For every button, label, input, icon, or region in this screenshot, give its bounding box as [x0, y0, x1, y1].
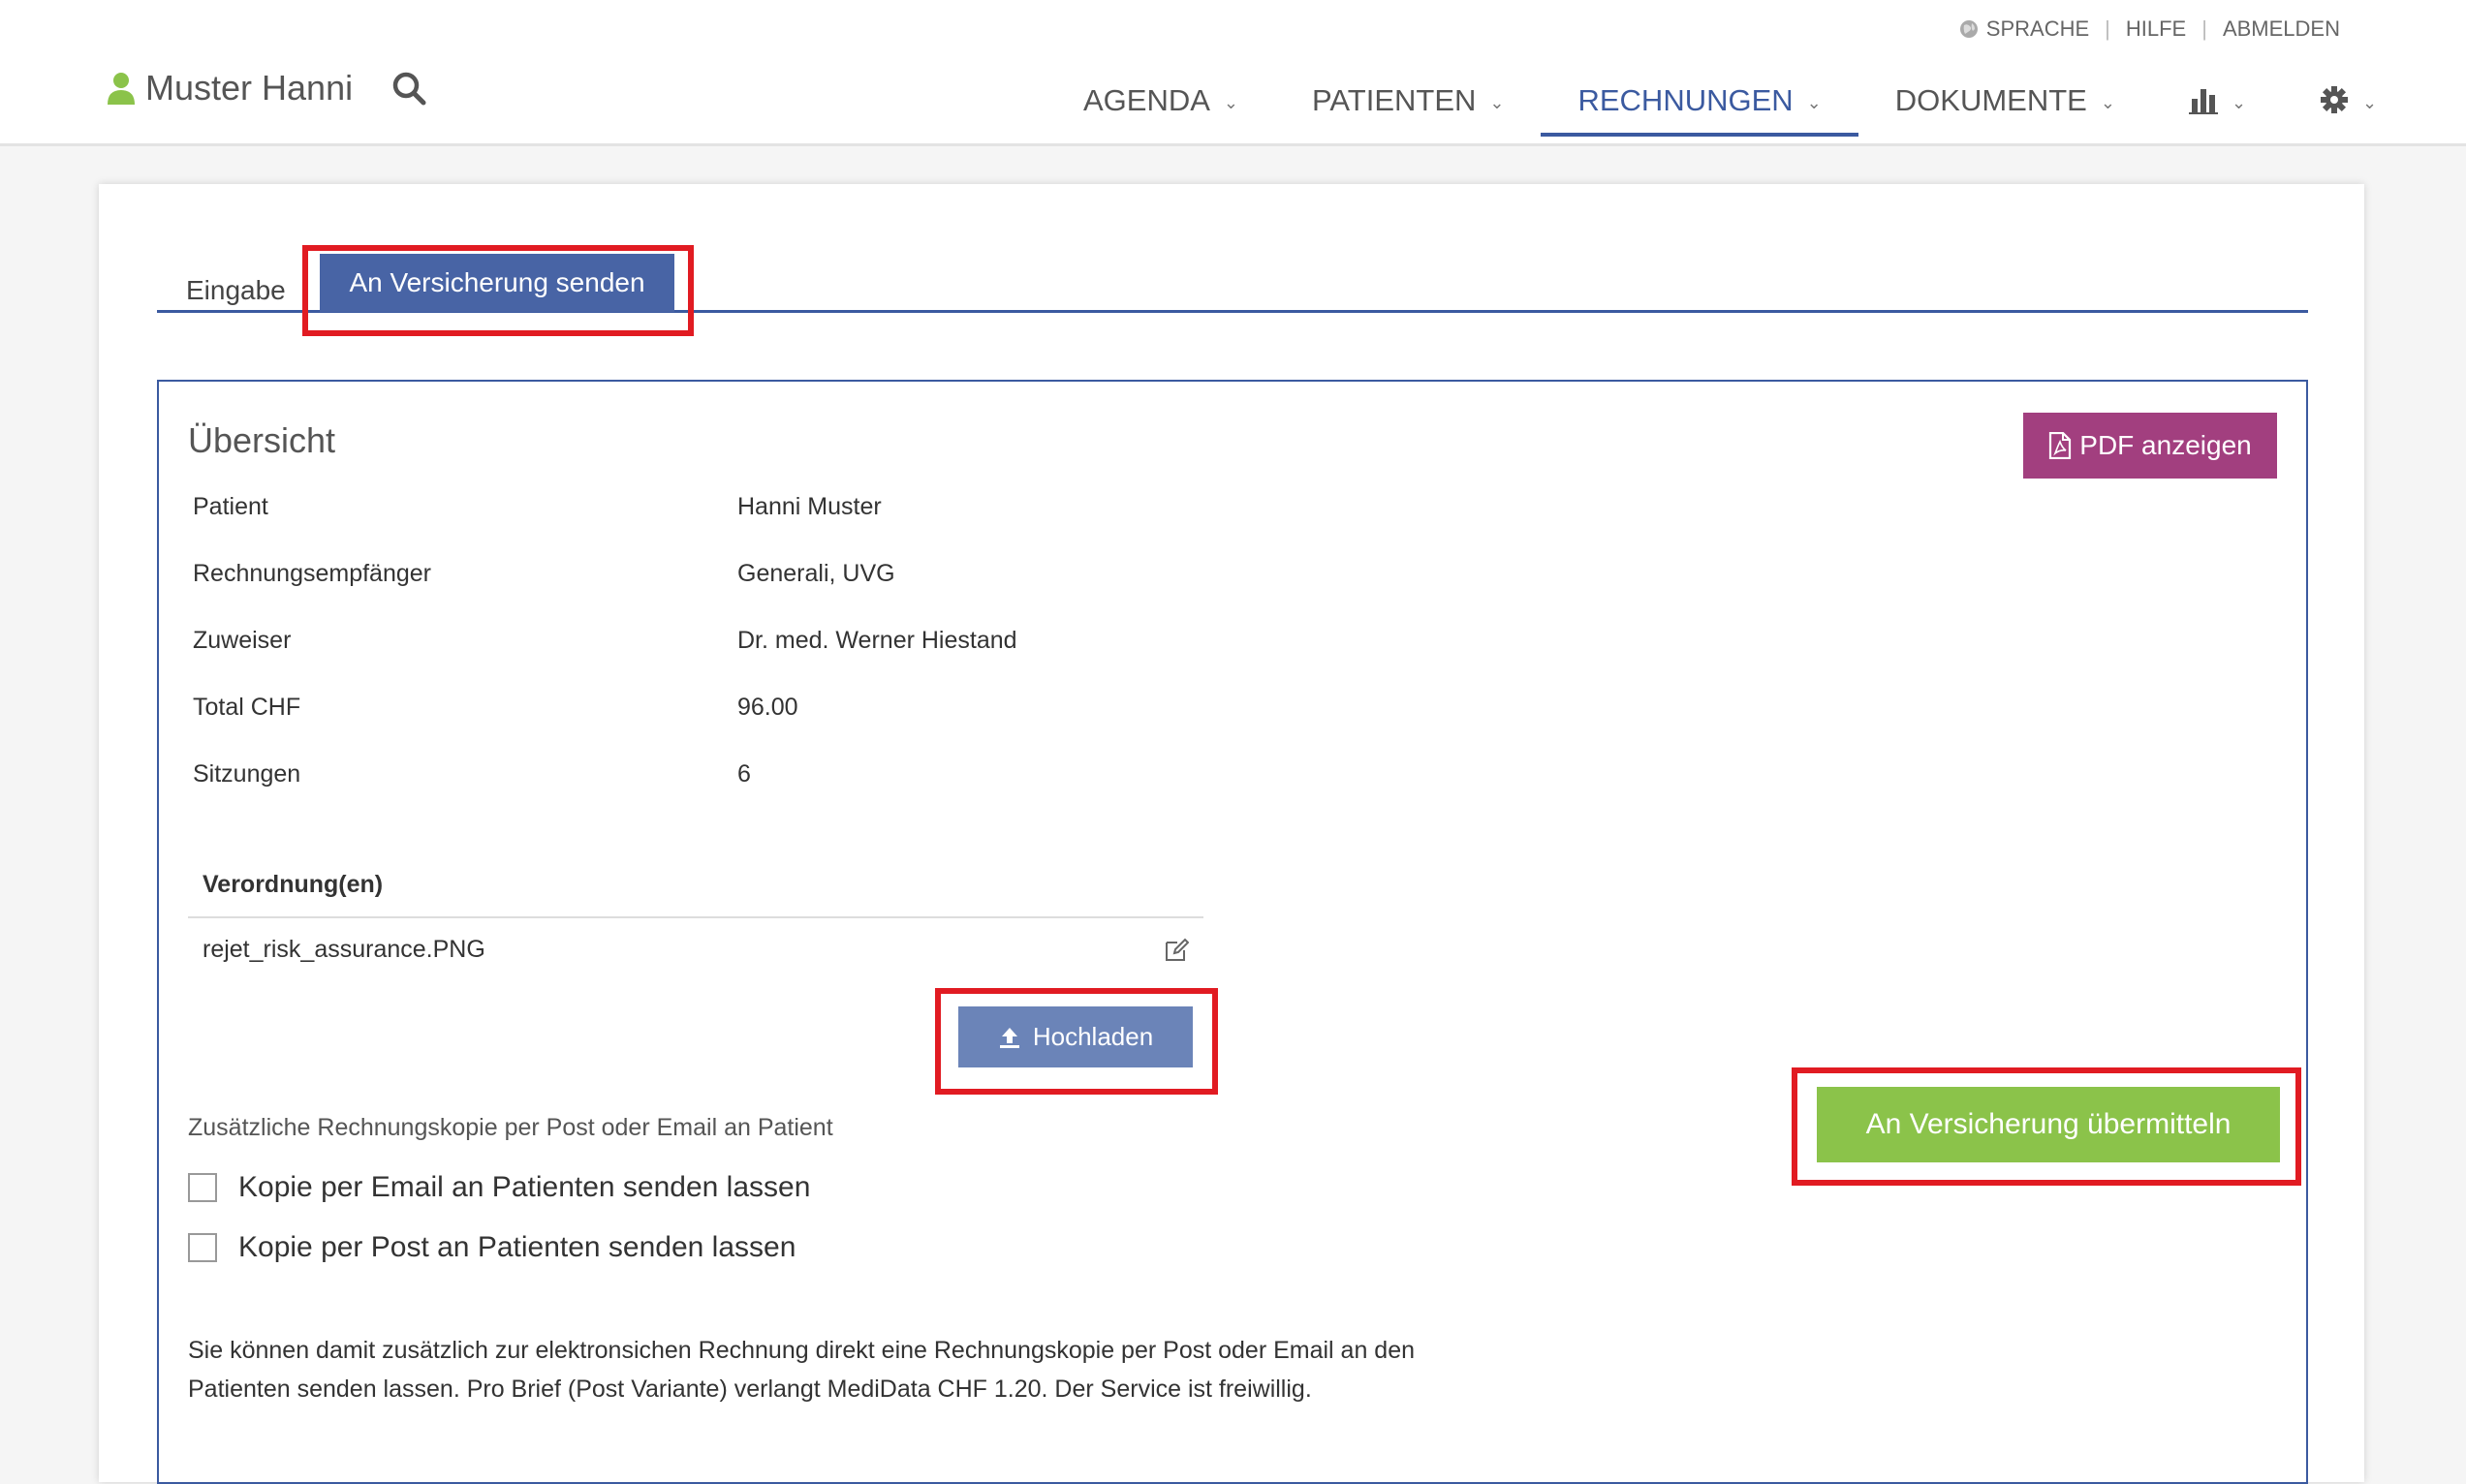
main-nav: AGENDA ⌄ PATIENTEN ⌄ RECHNUNGEN ⌄ DOKUME… [1046, 74, 2414, 143]
copy-info-text: Sie können damit zusätzlich zur elektron… [188, 1331, 1545, 1408]
post-copy-label[interactable]: Kopie per Post an Patienten senden lasse… [238, 1231, 796, 1264]
logout-link[interactable]: ABMELDEN [2223, 16, 2340, 42]
email-copy-label[interactable]: Kopie per Email an Patienten senden lass… [238, 1171, 810, 1204]
prescription-file-name[interactable]: rejet_risk_assurance.PNG [203, 936, 485, 963]
chevron-down-icon: ⌄ [2362, 93, 2378, 112]
email-copy-checkbox[interactable] [188, 1173, 217, 1202]
nav-dokumente[interactable]: DOKUMENTE ⌄ [1858, 74, 2152, 134]
row-value: 6 [737, 760, 751, 788]
row-label: Sitzungen [193, 760, 301, 788]
nav-label: PATIENTEN [1312, 83, 1477, 117]
pdf-show-button[interactable]: PDF anzeigen [2023, 413, 2277, 479]
nav-label: AGENDA [1083, 83, 1210, 117]
row-label: Total CHF [193, 694, 301, 721]
row-patient: Patient Hanni Muster [193, 493, 882, 521]
nav-rechnungen[interactable]: RECHNUNGEN ⌄ [1541, 74, 1859, 137]
nav-patienten[interactable]: PATIENTEN ⌄ [1275, 74, 1541, 134]
row-sessions: Sitzungen 6 [193, 760, 751, 788]
upload-icon [999, 1027, 1019, 1048]
row-referrer: Zuweiser Dr. med. Werner Hiestand [193, 627, 1017, 655]
nav-statistics[interactable]: ⌄ [2152, 74, 2283, 134]
tab-an-versicherung-senden[interactable]: An Versicherung senden [320, 254, 674, 312]
chevron-down-icon: ⌄ [1489, 93, 1505, 112]
post-copy-checkbox[interactable] [188, 1233, 217, 1262]
separator: | [2201, 16, 2207, 41]
row-value: Hanni Muster [737, 493, 882, 520]
user-area: Muster Hanni [107, 68, 426, 108]
nav-settings[interactable]: ⌄ [2283, 74, 2414, 134]
row-label: Rechnungsempfänger [193, 560, 431, 587]
content-card: Eingabe An Versicherung senden Übersicht… [99, 184, 2364, 1484]
user-icon [108, 73, 135, 105]
copy-options-heading: Zusätzliche Rechnungskopie per Post oder… [188, 1114, 833, 1141]
panel-title: Übersicht [188, 420, 336, 460]
prescriptions-heading: Verordnung(en) [188, 871, 1203, 918]
app-header: SPRACHE | HILFE | ABMELDEN Muster Hanni … [0, 0, 2466, 146]
row-value: Dr. med. Werner Hiestand [737, 627, 1017, 654]
row-value: 96.00 [737, 694, 798, 721]
tab-eingabe[interactable]: Eingabe [186, 262, 286, 320]
info-line: Patienten senden lassen. Pro Brief (Post… [188, 1376, 1312, 1403]
row-label: Zuweiser [193, 627, 292, 654]
tab-bar: Eingabe An Versicherung senden [157, 254, 2308, 313]
bar-chart-icon [2188, 89, 2218, 114]
submit-to-insurance-button[interactable]: An Versicherung übermitteln [1817, 1087, 2280, 1162]
row-total: Total CHF 96.00 [193, 694, 798, 722]
help-link[interactable]: HILFE [2126, 16, 2186, 42]
user-name[interactable]: Muster Hanni [145, 68, 353, 108]
prescriptions-table: Verordnung(en) rejet_risk_assurance.PNG [188, 871, 1203, 981]
upload-button[interactable]: Hochladen [958, 1006, 1193, 1067]
row-label: Patient [193, 493, 268, 520]
nav-label: RECHNUNGEN [1577, 83, 1794, 117]
info-line: Sie können damit zusätzlich zur elektron… [188, 1337, 1416, 1364]
edit-icon[interactable] [1164, 938, 1189, 963]
language-link[interactable]: SPRACHE [1986, 16, 2089, 42]
nav-label: DOKUMENTE [1894, 83, 2087, 117]
top-links: SPRACHE | HILFE | ABMELDEN [1959, 16, 2340, 42]
chevron-down-icon: ⌄ [1223, 93, 1239, 112]
separator: | [2105, 16, 2110, 41]
row-value: Generali, UVG [737, 560, 895, 587]
row-recipient: Rechnungsempfänger Generali, UVG [193, 560, 895, 588]
upload-button-label: Hochladen [1032, 1022, 1154, 1051]
search-icon[interactable] [391, 71, 426, 106]
overview-panel: Übersicht PDF anzeigen Patient Hanni Mus… [157, 380, 2308, 1484]
nav-agenda[interactable]: AGENDA ⌄ [1046, 74, 1275, 134]
chevron-down-icon: ⌄ [2231, 93, 2247, 112]
pdf-button-label: PDF anzeigen [2079, 430, 2252, 460]
post-copy-option[interactable]: Kopie per Post an Patienten senden lasse… [188, 1231, 796, 1264]
globe-icon [1959, 20, 1978, 38]
gear-icon [2321, 86, 2349, 113]
pdf-file-icon [2049, 432, 2072, 459]
chevron-down-icon: ⌄ [2100, 93, 2115, 112]
prescription-file-row: rejet_risk_assurance.PNG [188, 918, 1203, 981]
chevron-down-icon: ⌄ [1806, 93, 1822, 112]
email-copy-option[interactable]: Kopie per Email an Patienten senden lass… [188, 1171, 810, 1204]
